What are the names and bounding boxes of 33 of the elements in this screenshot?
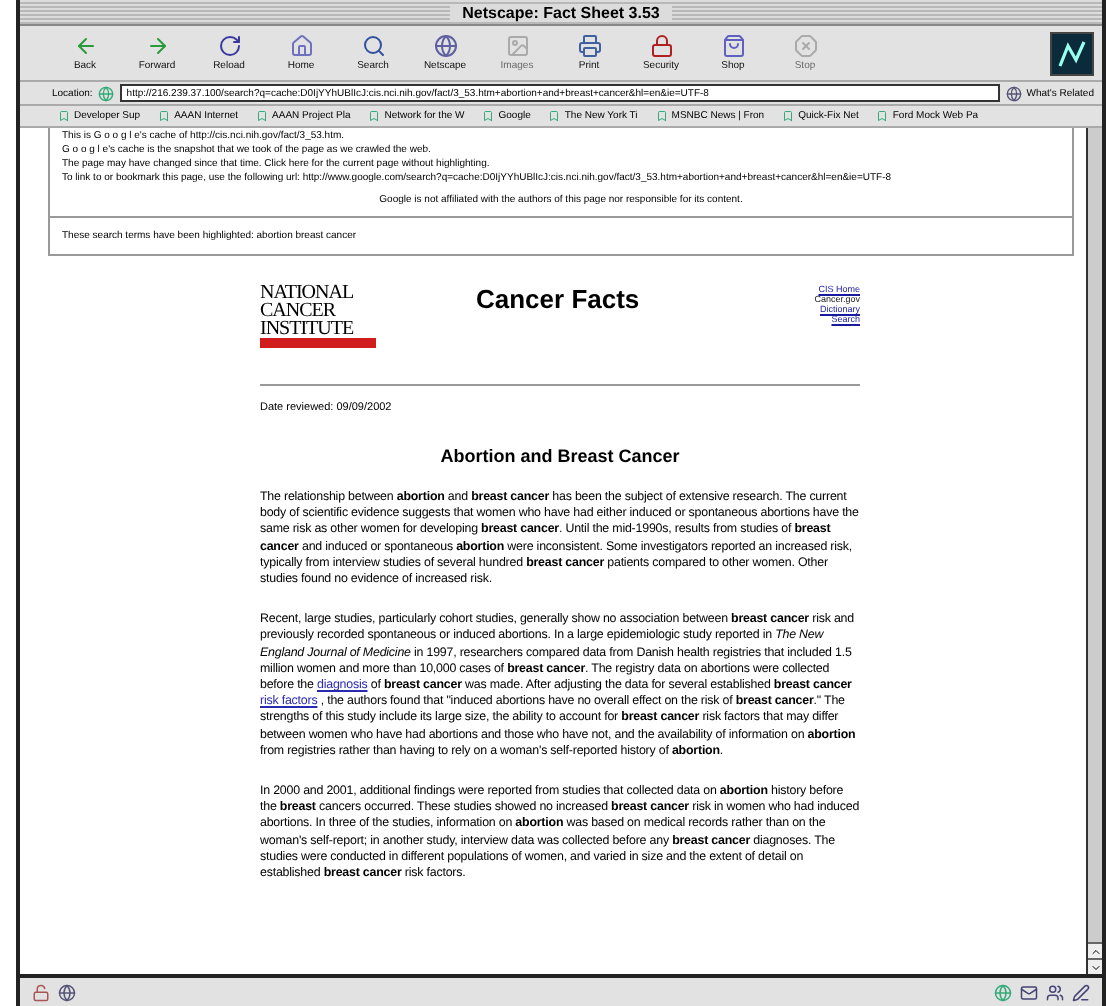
globe-icon	[433, 34, 457, 58]
article-heading: Abortion and Breast Cancer	[438, 446, 682, 466]
stop-icon	[793, 34, 817, 58]
bookmark-icon	[58, 110, 70, 122]
search-icon	[361, 34, 385, 58]
scrollbar[interactable]	[1086, 128, 1102, 974]
forward-arrow-icon	[145, 34, 169, 58]
bookmark-icon	[368, 110, 381, 122]
bookmark-icon	[158, 110, 171, 122]
security-icon[interactable]	[32, 983, 50, 1001]
globe-icon	[1006, 85, 1023, 101]
bookmark-icon	[482, 110, 495, 122]
lock-icon	[649, 34, 673, 58]
bookmark-icon	[256, 110, 269, 122]
institute-logo: NATIONAL CANCER INSTITUTE	[260, 284, 376, 348]
netscape-logo[interactable]	[1050, 31, 1094, 75]
bookmark-icon	[655, 110, 668, 122]
globe-icon[interactable]	[58, 983, 76, 1001]
back-arrow-icon	[73, 34, 97, 58]
window-title: Netscape: Fact Sheet 3.53	[450, 3, 672, 21]
bookmark-icon	[782, 110, 795, 122]
page-icon	[98, 85, 115, 101]
bookmark-icon	[548, 110, 561, 122]
shopping-bag-icon	[721, 34, 745, 58]
page-title: Cancer Facts	[476, 284, 640, 314]
home-icon	[289, 34, 313, 58]
people-icon[interactable]	[1046, 983, 1064, 1001]
image-icon	[505, 34, 529, 58]
bookmark-icon	[876, 110, 889, 122]
composer-icon[interactable]	[1072, 983, 1090, 1001]
printer-icon	[577, 34, 601, 58]
mail-icon[interactable]	[1020, 983, 1038, 1001]
reload-icon	[217, 34, 241, 58]
